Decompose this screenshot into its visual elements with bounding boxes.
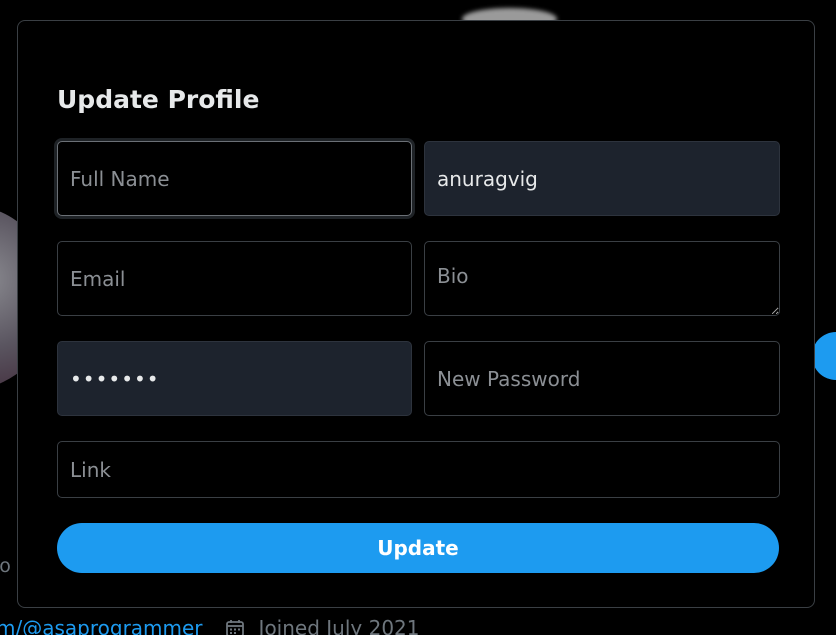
update-profile-modal: Update Profile Update [17,20,815,608]
username-input[interactable] [424,141,780,216]
background-text-fragment: lo [0,555,11,577]
new-password-input[interactable] [424,341,780,416]
full-name-input[interactable] [57,141,412,216]
profile-link[interactable]: m/@asaprogrammer [0,616,203,635]
update-button[interactable]: Update [57,523,779,573]
email-input[interactable] [57,241,412,316]
link-input[interactable] [57,441,780,498]
calendar-icon [225,618,245,635]
modal-title: Update Profile [57,85,260,114]
profile-meta-row: m/@asaprogrammer Joined July 2021 [0,616,420,635]
joined-date: Joined July 2021 [258,616,420,635]
bio-textarea[interactable] [424,241,780,316]
current-password-input[interactable] [57,341,412,416]
edit-profile-button-fragment [812,332,836,380]
